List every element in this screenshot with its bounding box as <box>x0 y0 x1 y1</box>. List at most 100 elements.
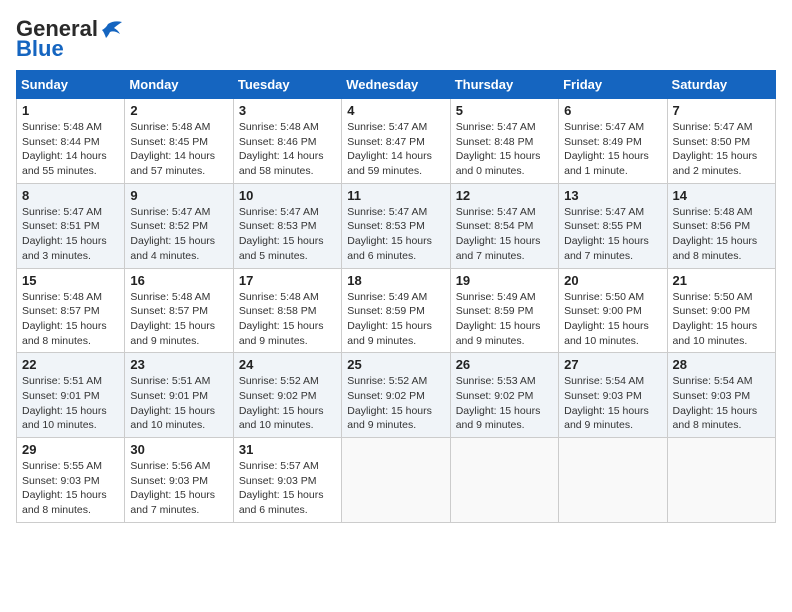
empty-cell <box>667 438 775 523</box>
calendar-day-cell: 11 Sunrise: 5:47 AM Sunset: 8:53 PM Dayli… <box>342 183 450 268</box>
calendar-day-cell: 1 Sunrise: 5:48 AM Sunset: 8:44 PM Daylig… <box>17 99 125 184</box>
day-number: 28 <box>673 357 770 372</box>
empty-cell <box>342 438 450 523</box>
header: General Blue <box>16 16 776 62</box>
empty-cell <box>559 438 667 523</box>
day-number: 6 <box>564 103 661 118</box>
day-info: Sunrise: 5:54 AM Sunset: 9:03 PM Dayligh… <box>673 374 770 433</box>
day-number: 15 <box>22 273 119 288</box>
day-number: 19 <box>456 273 553 288</box>
weekday-header-tuesday: Tuesday <box>233 71 341 99</box>
day-info: Sunrise: 5:47 AM Sunset: 8:50 PM Dayligh… <box>673 120 770 179</box>
calendar-day-cell: 16 Sunrise: 5:48 AM Sunset: 8:57 PM Dayli… <box>125 268 233 353</box>
day-number: 3 <box>239 103 336 118</box>
logo-bird-icon <box>100 20 122 38</box>
day-info: Sunrise: 5:56 AM Sunset: 9:03 PM Dayligh… <box>130 459 227 518</box>
day-info: Sunrise: 5:47 AM Sunset: 8:49 PM Dayligh… <box>564 120 661 179</box>
day-info: Sunrise: 5:47 AM Sunset: 8:52 PM Dayligh… <box>130 205 227 264</box>
calendar-day-cell: 29 Sunrise: 5:55 AM Sunset: 9:03 PM Dayli… <box>17 438 125 523</box>
day-number: 7 <box>673 103 770 118</box>
calendar-day-cell: 8Sunrise: 5:47 AM Sunset: 8:51 PM Daylig… <box>17 183 125 268</box>
day-number: 4 <box>347 103 444 118</box>
calendar-day-cell: 30 Sunrise: 5:56 AM Sunset: 9:03 PM Dayli… <box>125 438 233 523</box>
calendar-day-cell: 5 Sunrise: 5:47 AM Sunset: 8:48 PM Daylig… <box>450 99 558 184</box>
day-number: 2 <box>130 103 227 118</box>
calendar-day-cell: 20Sunrise: 5:50 AM Sunset: 9:00 PM Dayli… <box>559 268 667 353</box>
calendar-day-cell: 23 Sunrise: 5:51 AM Sunset: 9:01 PM Dayli… <box>125 353 233 438</box>
logo-blue-text: Blue <box>16 36 64 62</box>
day-info: Sunrise: 5:48 AM Sunset: 8:56 PM Dayligh… <box>673 205 770 264</box>
day-info: Sunrise: 5:52 AM Sunset: 9:02 PM Dayligh… <box>347 374 444 433</box>
day-number: 21 <box>673 273 770 288</box>
calendar-day-cell: 22Sunrise: 5:51 AM Sunset: 9:01 PM Dayli… <box>17 353 125 438</box>
day-number: 10 <box>239 188 336 203</box>
day-info: Sunrise: 5:48 AM Sunset: 8:57 PM Dayligh… <box>130 290 227 349</box>
day-number: 18 <box>347 273 444 288</box>
calendar-day-cell: 31 Sunrise: 5:57 AM Sunset: 9:03 PM Dayli… <box>233 438 341 523</box>
calendar-day-cell: 12 Sunrise: 5:47 AM Sunset: 8:54 PM Dayli… <box>450 183 558 268</box>
weekday-header-sunday: Sunday <box>17 71 125 99</box>
calendar-week-row: 1 Sunrise: 5:48 AM Sunset: 8:44 PM Daylig… <box>17 99 776 184</box>
calendar-week-row: 8Sunrise: 5:47 AM Sunset: 8:51 PM Daylig… <box>17 183 776 268</box>
day-info: Sunrise: 5:47 AM Sunset: 8:55 PM Dayligh… <box>564 205 661 264</box>
day-number: 13 <box>564 188 661 203</box>
calendar-day-cell: 9 Sunrise: 5:47 AM Sunset: 8:52 PM Daylig… <box>125 183 233 268</box>
day-number: 30 <box>130 442 227 457</box>
day-info: Sunrise: 5:52 AM Sunset: 9:02 PM Dayligh… <box>239 374 336 433</box>
day-number: 27 <box>564 357 661 372</box>
calendar-week-row: 22Sunrise: 5:51 AM Sunset: 9:01 PM Dayli… <box>17 353 776 438</box>
day-info: Sunrise: 5:48 AM Sunset: 8:46 PM Dayligh… <box>239 120 336 179</box>
day-number: 14 <box>673 188 770 203</box>
day-info: Sunrise: 5:50 AM Sunset: 9:00 PM Dayligh… <box>673 290 770 349</box>
day-info: Sunrise: 5:47 AM Sunset: 8:53 PM Dayligh… <box>347 205 444 264</box>
day-info: Sunrise: 5:51 AM Sunset: 9:01 PM Dayligh… <box>22 374 119 433</box>
calendar-day-cell: 14 Sunrise: 5:48 AM Sunset: 8:56 PM Dayli… <box>667 183 775 268</box>
day-number: 23 <box>130 357 227 372</box>
calendar-day-cell: 7 Sunrise: 5:47 AM Sunset: 8:50 PM Daylig… <box>667 99 775 184</box>
calendar-day-cell: 6 Sunrise: 5:47 AM Sunset: 8:49 PM Daylig… <box>559 99 667 184</box>
logo: General Blue <box>16 16 122 62</box>
weekday-header-saturday: Saturday <box>667 71 775 99</box>
weekday-header-thursday: Thursday <box>450 71 558 99</box>
day-number: 17 <box>239 273 336 288</box>
calendar-day-cell: 24 Sunrise: 5:52 AM Sunset: 9:02 PM Dayli… <box>233 353 341 438</box>
calendar-day-cell: 21 Sunrise: 5:50 AM Sunset: 9:00 PM Dayli… <box>667 268 775 353</box>
calendar-day-cell: 18 Sunrise: 5:49 AM Sunset: 8:59 PM Dayli… <box>342 268 450 353</box>
day-info: Sunrise: 5:48 AM Sunset: 8:44 PM Dayligh… <box>22 120 119 179</box>
day-number: 1 <box>22 103 119 118</box>
calendar-week-row: 29 Sunrise: 5:55 AM Sunset: 9:03 PM Dayli… <box>17 438 776 523</box>
calendar-day-cell: 28 Sunrise: 5:54 AM Sunset: 9:03 PM Dayli… <box>667 353 775 438</box>
day-number: 9 <box>130 188 227 203</box>
calendar-day-cell: 27 Sunrise: 5:54 AM Sunset: 9:03 PM Dayli… <box>559 353 667 438</box>
day-info: Sunrise: 5:49 AM Sunset: 8:59 PM Dayligh… <box>347 290 444 349</box>
day-info: Sunrise: 5:49 AM Sunset: 8:59 PM Dayligh… <box>456 290 553 349</box>
calendar-week-row: 15 Sunrise: 5:48 AM Sunset: 8:57 PM Dayli… <box>17 268 776 353</box>
day-number: 5 <box>456 103 553 118</box>
day-number: 12 <box>456 188 553 203</box>
day-number: 24 <box>239 357 336 372</box>
weekday-header-row: SundayMondayTuesdayWednesdayThursdayFrid… <box>17 71 776 99</box>
day-info: Sunrise: 5:47 AM Sunset: 8:48 PM Dayligh… <box>456 120 553 179</box>
day-number: 11 <box>347 188 444 203</box>
calendar-day-cell: 26Sunrise: 5:53 AM Sunset: 9:02 PM Dayli… <box>450 353 558 438</box>
day-info: Sunrise: 5:48 AM Sunset: 8:58 PM Dayligh… <box>239 290 336 349</box>
day-number: 25 <box>347 357 444 372</box>
day-info: Sunrise: 5:51 AM Sunset: 9:01 PM Dayligh… <box>130 374 227 433</box>
calendar-day-cell: 15Sunrise: 5:48 AM Sunset: 8:57 PM Dayli… <box>17 268 125 353</box>
day-info: Sunrise: 5:55 AM Sunset: 9:03 PM Dayligh… <box>22 459 119 518</box>
calendar-day-cell: 17 Sunrise: 5:48 AM Sunset: 8:58 PM Dayli… <box>233 268 341 353</box>
day-info: Sunrise: 5:57 AM Sunset: 9:03 PM Dayligh… <box>239 459 336 518</box>
weekday-header-friday: Friday <box>559 71 667 99</box>
day-number: 16 <box>130 273 227 288</box>
day-number: 29 <box>22 442 119 457</box>
calendar-day-cell: 10 Sunrise: 5:47 AM Sunset: 8:53 PM Dayli… <box>233 183 341 268</box>
day-info: Sunrise: 5:54 AM Sunset: 9:03 PM Dayligh… <box>564 374 661 433</box>
day-info: Sunrise: 5:47 AM Sunset: 8:53 PM Dayligh… <box>239 205 336 264</box>
calendar-day-cell: 3 Sunrise: 5:48 AM Sunset: 8:46 PM Daylig… <box>233 99 341 184</box>
day-number: 31 <box>239 442 336 457</box>
calendar-day-cell: 13 Sunrise: 5:47 AM Sunset: 8:55 PM Dayli… <box>559 183 667 268</box>
day-number: 20 <box>564 273 661 288</box>
day-number: 26 <box>456 357 553 372</box>
day-info: Sunrise: 5:47 AM Sunset: 8:54 PM Dayligh… <box>456 205 553 264</box>
calendar-day-cell: 19 Sunrise: 5:49 AM Sunset: 8:59 PM Dayli… <box>450 268 558 353</box>
